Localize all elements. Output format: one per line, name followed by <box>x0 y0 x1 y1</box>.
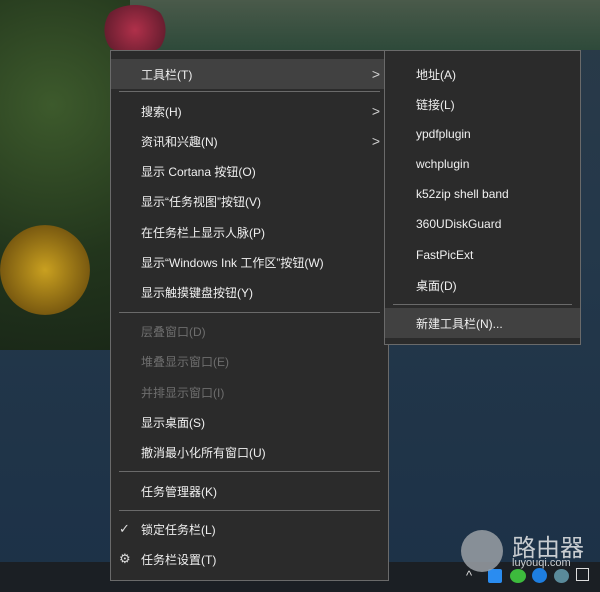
menu-separator <box>119 91 380 92</box>
submenu-item-label: 链接(L) <box>416 97 455 112</box>
menu-item-label: 显示“任务视图”按钮(V) <box>141 194 261 209</box>
menu-item-label: 锁定任务栏(L) <box>141 522 216 537</box>
menu-item-toolbars[interactable]: 工具栏(T) > <box>111 59 388 89</box>
network-tray-icon[interactable] <box>554 569 569 583</box>
submenu-item-label: FastPicExt <box>416 248 474 262</box>
submenu-item-label: ypdfplugin <box>416 127 471 141</box>
menu-item-label: 工具栏(T) <box>141 67 193 82</box>
chevron-right-icon: > <box>371 103 380 119</box>
menu-item-label: 撤消最小化所有窗口(U) <box>141 445 266 460</box>
thunder-icon[interactable] <box>532 568 547 583</box>
menu-item-label: 资讯和兴趣(N) <box>141 134 218 149</box>
toolbars-submenu: 地址(A) 链接(L) ypdfplugin wchplugin k52zip … <box>384 50 581 345</box>
submenu-item-label: wchplugin <box>416 157 470 171</box>
wallpaper-tree <box>0 225 90 315</box>
checkmark-icon: ✓ <box>119 521 130 536</box>
submenu-item-fastpicext[interactable]: FastPicExt <box>385 240 580 270</box>
menu-item-task-manager[interactable]: 任务管理器(K) <box>111 476 388 506</box>
menu-item-show-task-view[interactable]: 显示“任务视图”按钮(V) <box>111 186 388 216</box>
menu-item-label: 并排显示窗口(I) <box>141 385 225 400</box>
menu-item-label: 任务栏设置(T) <box>141 552 217 567</box>
submenu-item-ypdfplugin[interactable]: ypdfplugin <box>385 119 580 149</box>
menu-item-label: 搜索(H) <box>141 104 182 119</box>
wallpaper-tree <box>100 5 170 55</box>
menu-item-show-windows-ink[interactable]: 显示“Windows Ink 工作区”按钮(W) <box>111 247 388 277</box>
menu-item-cascade-windows: 层叠窗口(D) <box>111 316 388 346</box>
menu-item-label: 显示 Cortana 按钮(O) <box>141 164 256 179</box>
watermark-site: luyouqi.com <box>512 557 571 569</box>
menu-item-show-desktop[interactable]: 显示桌面(S) <box>111 407 388 437</box>
submenu-item-label: 360UDiskGuard <box>416 217 502 231</box>
submenu-item-address[interactable]: 地址(A) <box>385 59 580 89</box>
menu-item-label: 在任务栏上显示人脉(P) <box>141 225 265 240</box>
chevron-right-icon: > <box>371 66 380 82</box>
wallpaper-shore <box>130 0 600 50</box>
submenu-item-label: 新建工具栏(N)... <box>416 316 503 331</box>
tray-app-icon[interactable] <box>488 569 502 583</box>
menu-item-lock-taskbar[interactable]: ✓ 锁定任务栏(L) <box>111 514 388 544</box>
submenu-item-links[interactable]: 链接(L) <box>385 89 580 119</box>
menu-item-undo-minimize[interactable]: 撤消最小化所有窗口(U) <box>111 437 388 467</box>
submenu-item-new-toolbar[interactable]: 新建工具栏(N)... <box>385 308 580 338</box>
menu-separator <box>119 312 380 313</box>
menu-item-side-by-side: 并排显示窗口(I) <box>111 377 388 407</box>
menu-separator <box>119 510 380 511</box>
menu-item-label: 堆叠显示窗口(E) <box>141 354 229 369</box>
submenu-item-wchplugin[interactable]: wchplugin <box>385 149 580 179</box>
submenu-item-k52zip[interactable]: k52zip shell band <box>385 179 580 209</box>
gear-icon: ⚙ <box>119 551 131 566</box>
menu-separator <box>119 471 380 472</box>
show-hidden-icons-chevron-icon[interactable]: ^ <box>466 568 472 583</box>
taskbar-context-menu: 工具栏(T) > 搜索(H) > 资讯和兴趣(N) > 显示 Cortana 按钮(O… <box>110 50 389 581</box>
menu-item-label: 任务管理器(K) <box>141 484 217 499</box>
submenu-separator <box>393 304 572 305</box>
menu-item-taskbar-settings[interactable]: ⚙ 任务栏设置(T) <box>111 544 388 574</box>
menu-item-show-people[interactable]: 在任务栏上显示人脉(P) <box>111 217 388 247</box>
menu-item-label: 显示桌面(S) <box>141 415 205 430</box>
submenu-item-label: 桌面(D) <box>416 278 457 293</box>
submenu-item-360udiskguard[interactable]: 360UDiskGuard <box>385 209 580 239</box>
submenu-item-desktop[interactable]: 桌面(D) <box>385 270 580 300</box>
menu-item-search[interactable]: 搜索(H) > <box>111 96 388 126</box>
submenu-item-label: 地址(A) <box>416 67 456 82</box>
task-view-icon[interactable] <box>576 568 589 581</box>
menu-item-label: 层叠窗口(D) <box>141 324 206 339</box>
chevron-right-icon: > <box>371 133 380 149</box>
menu-item-label: 显示“Windows Ink 工作区”按钮(W) <box>141 255 324 270</box>
submenu-item-label: k52zip shell band <box>416 187 509 201</box>
menu-item-label: 显示触摸键盘按钮(Y) <box>141 285 253 300</box>
wechat-icon[interactable] <box>510 569 526 583</box>
menu-item-stack-windows: 堆叠显示窗口(E) <box>111 346 388 376</box>
menu-item-news-interests[interactable]: 资讯和兴趣(N) > <box>111 126 388 156</box>
menu-item-show-touch-keyboard[interactable]: 显示触摸键盘按钮(Y) <box>111 277 388 307</box>
watermark-router-logo <box>461 530 503 572</box>
menu-item-show-cortana[interactable]: 显示 Cortana 按钮(O) <box>111 156 388 186</box>
